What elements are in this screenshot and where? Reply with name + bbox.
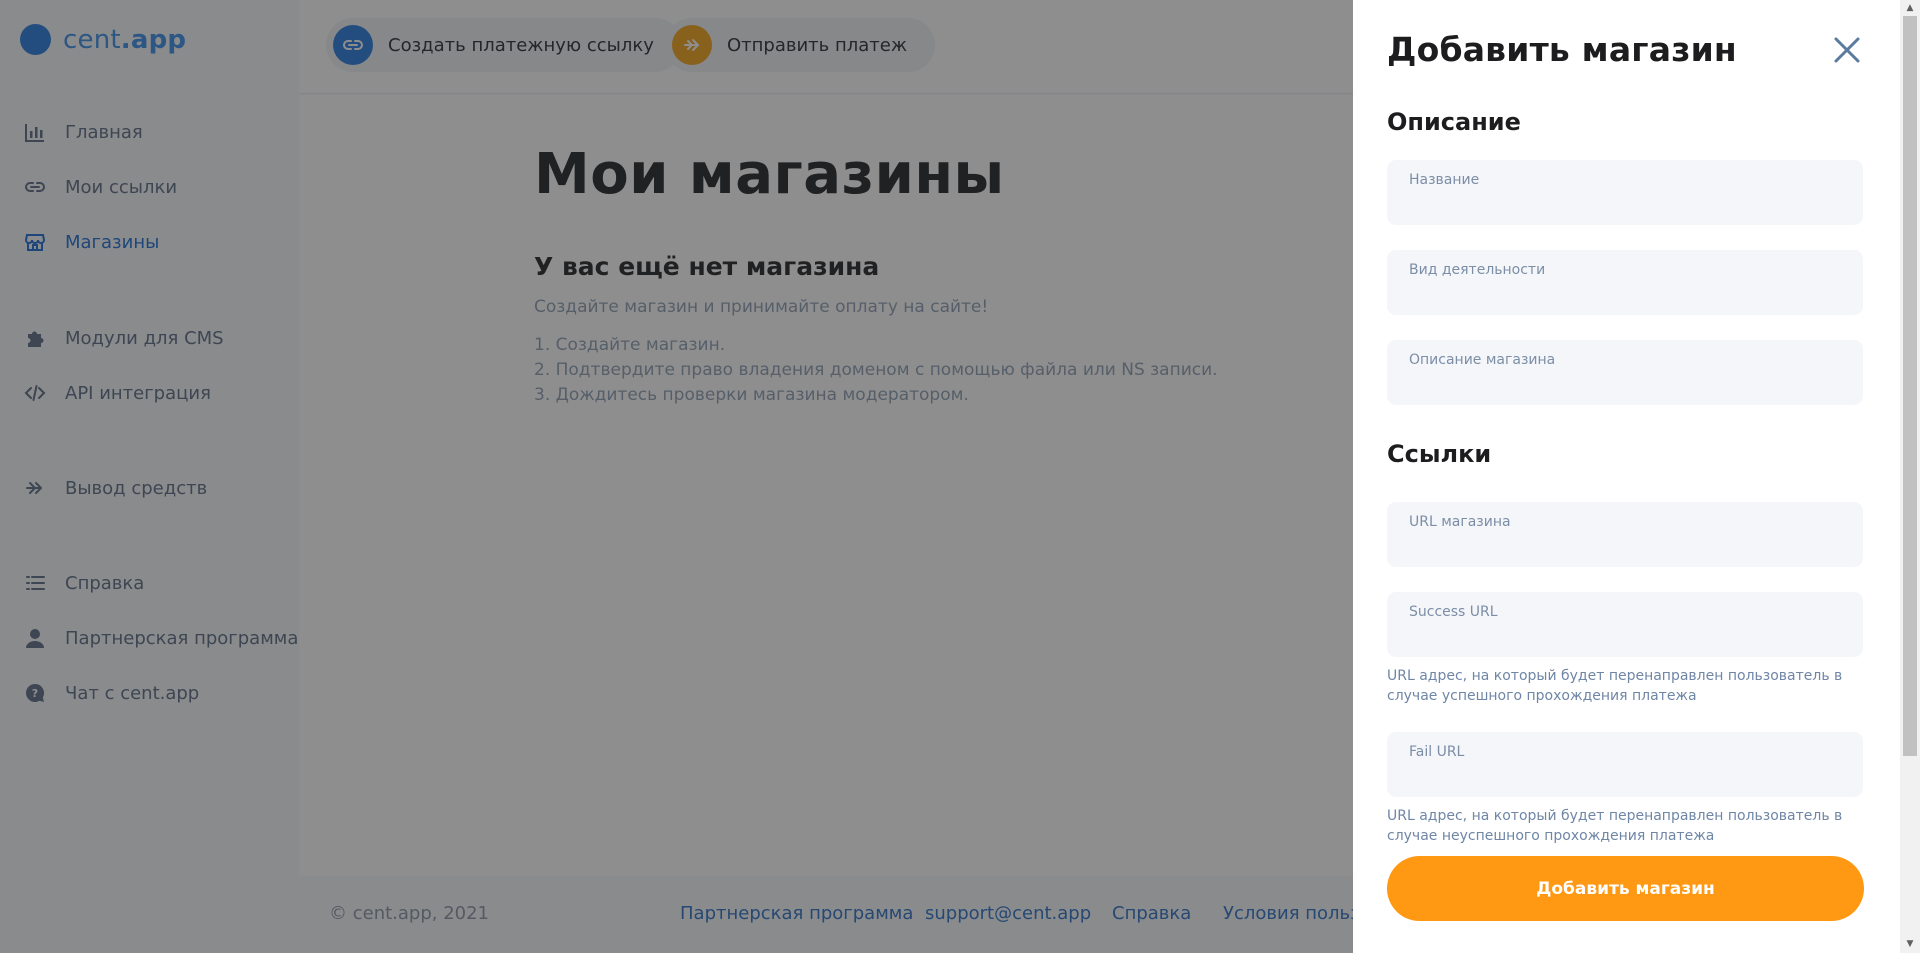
- activity-field-label: Вид деятельности: [1409, 262, 1546, 278]
- fail-url-field-label: Fail URL: [1409, 744, 1465, 760]
- store-url-field[interactable]: URL магазина: [1387, 502, 1863, 567]
- success-url-field[interactable]: Success URL: [1387, 592, 1863, 657]
- store-description-input[interactable]: [1409, 373, 1839, 397]
- name-field[interactable]: Название: [1387, 160, 1863, 225]
- drawer-title: Добавить магазин: [1387, 30, 1737, 69]
- name-input[interactable]: [1409, 193, 1839, 217]
- scrollbar-thumb[interactable]: [1903, 16, 1917, 756]
- activity-input[interactable]: [1409, 283, 1839, 307]
- close-icon: [1834, 37, 1860, 63]
- scroll-up-icon[interactable]: ▲: [1904, 2, 1916, 14]
- success-url-field-label: Success URL: [1409, 604, 1498, 620]
- success-url-hint: URL адрес, на который будет перенаправле…: [1387, 668, 1843, 704]
- section-title-links: Ссылки: [1387, 440, 1492, 468]
- store-description-field[interactable]: Описание магазина: [1387, 340, 1863, 405]
- store-url-input[interactable]: [1409, 535, 1839, 559]
- fail-url-input[interactable]: [1409, 765, 1839, 789]
- scroll-down-icon[interactable]: ▼: [1904, 938, 1916, 950]
- fail-url-hint: URL адрес, на который будет перенаправле…: [1387, 808, 1843, 844]
- fail-url-field[interactable]: Fail URL: [1387, 732, 1863, 797]
- store-url-field-label: URL магазина: [1409, 514, 1511, 530]
- store-description-field-label: Описание магазина: [1409, 352, 1556, 368]
- close-button[interactable]: [1831, 34, 1863, 66]
- name-field-label: Название: [1409, 172, 1480, 188]
- add-store-button[interactable]: Добавить магазин: [1387, 856, 1864, 921]
- add-store-drawer: Добавить магазин Описание Название Вид д…: [1353, 0, 1920, 953]
- activity-field[interactable]: Вид деятельности: [1387, 250, 1863, 315]
- success-url-input[interactable]: [1409, 625, 1839, 649]
- section-title-description: Описание: [1387, 108, 1521, 136]
